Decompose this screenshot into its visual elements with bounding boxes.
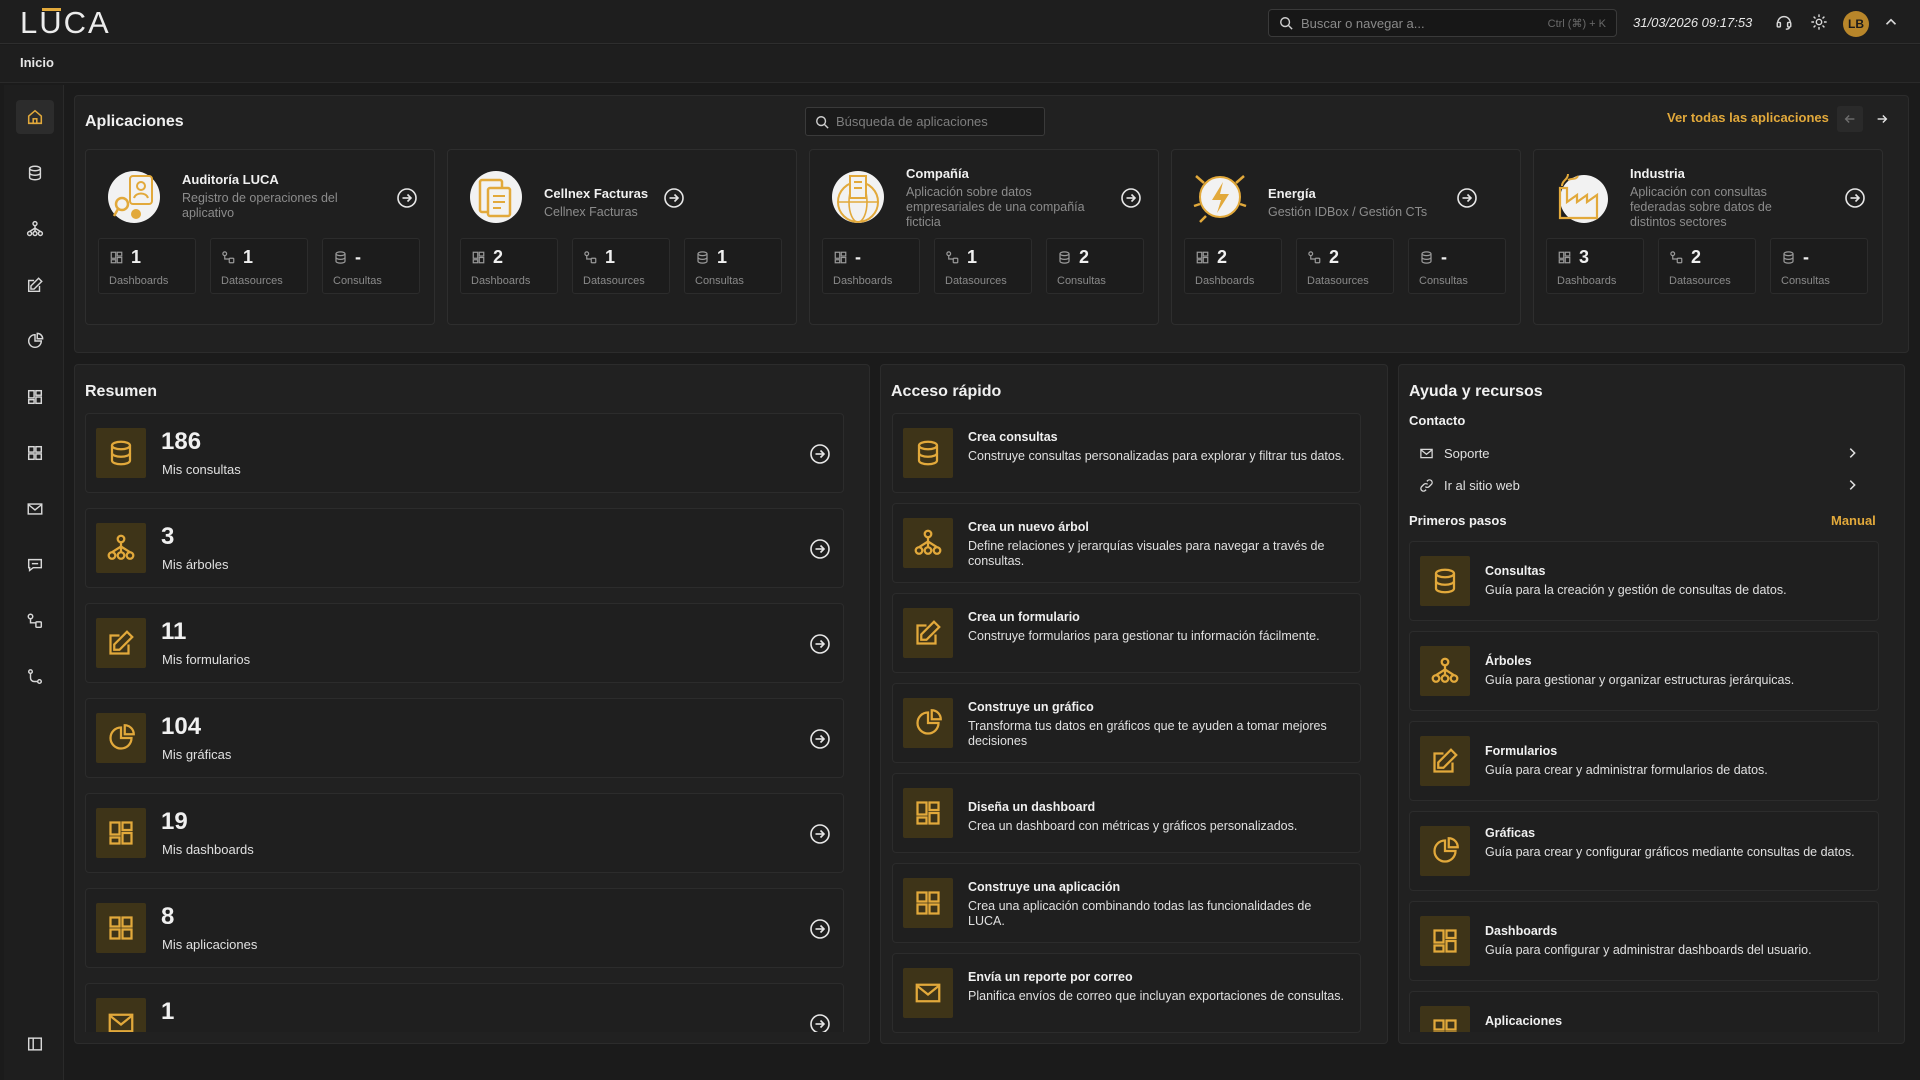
guide-title: Consultas <box>1485 564 1546 578</box>
chart-icon <box>1420 826 1470 876</box>
guide-title: Aplicaciones <box>1485 1014 1563 1028</box>
guide-title: Gráficas <box>1485 826 1536 840</box>
apps-icon <box>1420 1006 1470 1032</box>
guide-desc: Guía para crear y configurar gráficos me… <box>1485 845 1855 859</box>
tree-icon <box>1420 646 1470 696</box>
guide-formularios[interactable]: Formularios Guía para crear y administra… <box>1409 721 1879 801</box>
guide-title: Árboles <box>1485 654 1532 668</box>
guide-arboles[interactable]: Árboles Guía para gestionar y organizar … <box>1409 631 1879 711</box>
dashboard-icon <box>1420 916 1470 966</box>
guide-title: Dashboards <box>1485 924 1558 938</box>
guide-desc: Guía para configurar y administrar dashb… <box>1485 943 1812 957</box>
guide-desc: Guía para gestionar y organizar estructu… <box>1485 673 1795 687</box>
guide-consultas[interactable]: Consultas Guía para la creación y gestió… <box>1409 541 1879 621</box>
database-icon <box>1420 556 1470 606</box>
guide-dashboards[interactable]: Dashboards Guía para configurar y admini… <box>1409 901 1879 981</box>
guides-list: Consultas Guía para la creación y gestió… <box>0 0 1920 1032</box>
guide-graficas[interactable]: Gráficas Guía para crear y configurar gr… <box>1409 811 1879 891</box>
guide-title: Formularios <box>1485 744 1558 758</box>
guide-desc: Guía para la creación y gestión de consu… <box>1485 583 1787 597</box>
form-icon <box>1420 736 1470 786</box>
guide-desc: Guía para crear y administrar formulario… <box>1485 763 1768 777</box>
guide-aplicaciones[interactable]: Aplicaciones <box>1409 991 1879 1032</box>
